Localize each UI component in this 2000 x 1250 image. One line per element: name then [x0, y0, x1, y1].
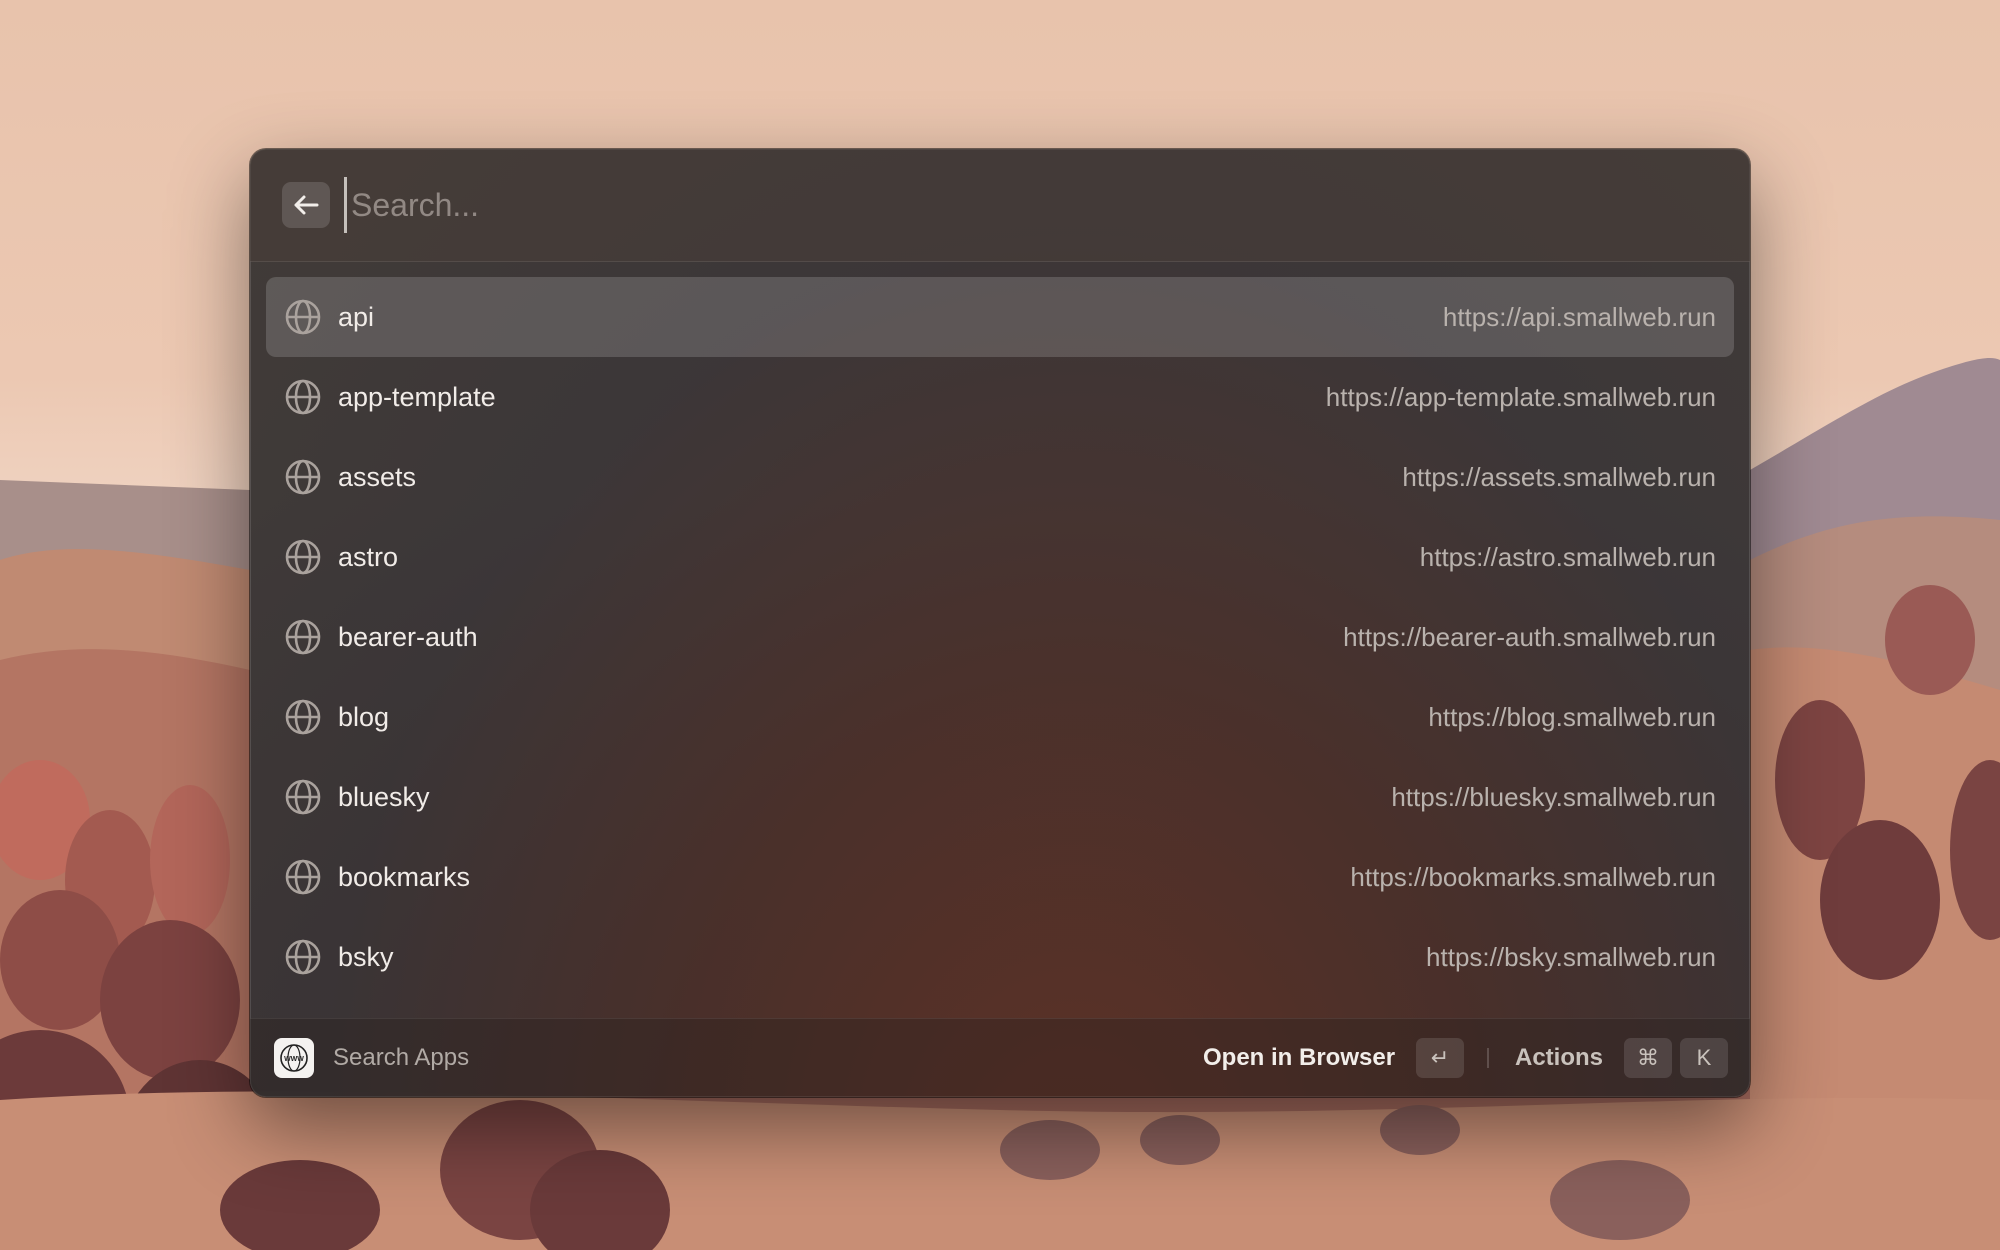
open-in-browser-button[interactable]: Open in Browser — [1203, 1019, 1395, 1097]
item-url: https://api.smallweb.run — [1442, 302, 1716, 332]
actions-button[interactable]: Actions — [1515, 1019, 1603, 1097]
item-url: https://bookmarks.smallweb.run — [1350, 862, 1716, 892]
item-url: https://bsky.smallweb.run — [1426, 942, 1716, 972]
list-item[interactable]: bearer-auth https://bearer-auth.smallweb… — [266, 597, 1734, 677]
item-url: https://assets.smallweb.run — [1402, 462, 1716, 492]
arrow-left-icon — [294, 195, 319, 215]
logo-text: WWW — [284, 1056, 304, 1063]
launcher-window: api https://api.smallweb.run app-templat… — [250, 149, 1750, 1097]
footer-title: Search Apps — [333, 1044, 470, 1071]
globe-icon — [285, 859, 321, 895]
globe-icon — [285, 299, 321, 335]
globe-icon — [285, 939, 321, 975]
list-item[interactable]: bookmarks https://bookmarks.smallweb.run — [266, 837, 1734, 917]
item-name: bearer-auth — [338, 622, 478, 652]
item-url: https://bearer-auth.smallweb.run — [1343, 622, 1716, 652]
action-bar: WWW Search Apps Open in Browser ↵ Action… — [250, 1018, 1750, 1097]
item-name: bluesky — [338, 782, 430, 812]
globe-icon — [285, 539, 321, 575]
k-key-hint: K — [1680, 1038, 1728, 1078]
list-item[interactable]: astro https://astro.smallweb.run — [266, 517, 1734, 597]
item-url: https://app-template.smallweb.run — [1325, 382, 1716, 412]
globe-icon — [285, 699, 321, 735]
item-name: app-template — [338, 382, 496, 412]
globe-icon — [285, 619, 321, 655]
app-logo: WWW — [274, 1038, 314, 1078]
www-globe-logo-icon: WWW — [280, 1044, 308, 1072]
divider — [1487, 1048, 1489, 1068]
globe-icon — [285, 379, 321, 415]
item-name: assets — [338, 462, 417, 492]
back-button[interactable] — [282, 182, 330, 228]
enter-key-hint: ↵ — [1416, 1038, 1464, 1078]
globe-icon — [285, 779, 321, 815]
item-name: astro — [338, 542, 399, 572]
list-item[interactable]: blog https://blog.smallweb.run — [266, 677, 1734, 757]
search-bar — [250, 149, 1750, 262]
search-input[interactable] — [344, 177, 1711, 233]
results-list: api https://api.smallweb.run app-templat… — [266, 277, 1734, 997]
item-name: api — [338, 302, 375, 332]
item-name: bookmarks — [338, 862, 471, 892]
item-url: https://bluesky.smallweb.run — [1391, 782, 1716, 812]
item-url: https://astro.smallweb.run — [1419, 542, 1716, 572]
globe-icon — [285, 459, 321, 495]
item-name: blog — [338, 702, 390, 732]
list-item[interactable]: bluesky https://bluesky.smallweb.run — [266, 757, 1734, 837]
list-item[interactable]: bsky https://bsky.smallweb.run — [266, 917, 1734, 997]
list-item[interactable]: app-template https://app-template.smallw… — [266, 357, 1734, 437]
list-item[interactable]: assets https://assets.smallweb.run — [266, 437, 1734, 517]
command-key-hint: ⌘ — [1624, 1038, 1672, 1078]
list-item[interactable]: api https://api.smallweb.run — [266, 277, 1734, 357]
item-url: https://blog.smallweb.run — [1428, 702, 1716, 732]
item-name: bsky — [338, 942, 394, 972]
